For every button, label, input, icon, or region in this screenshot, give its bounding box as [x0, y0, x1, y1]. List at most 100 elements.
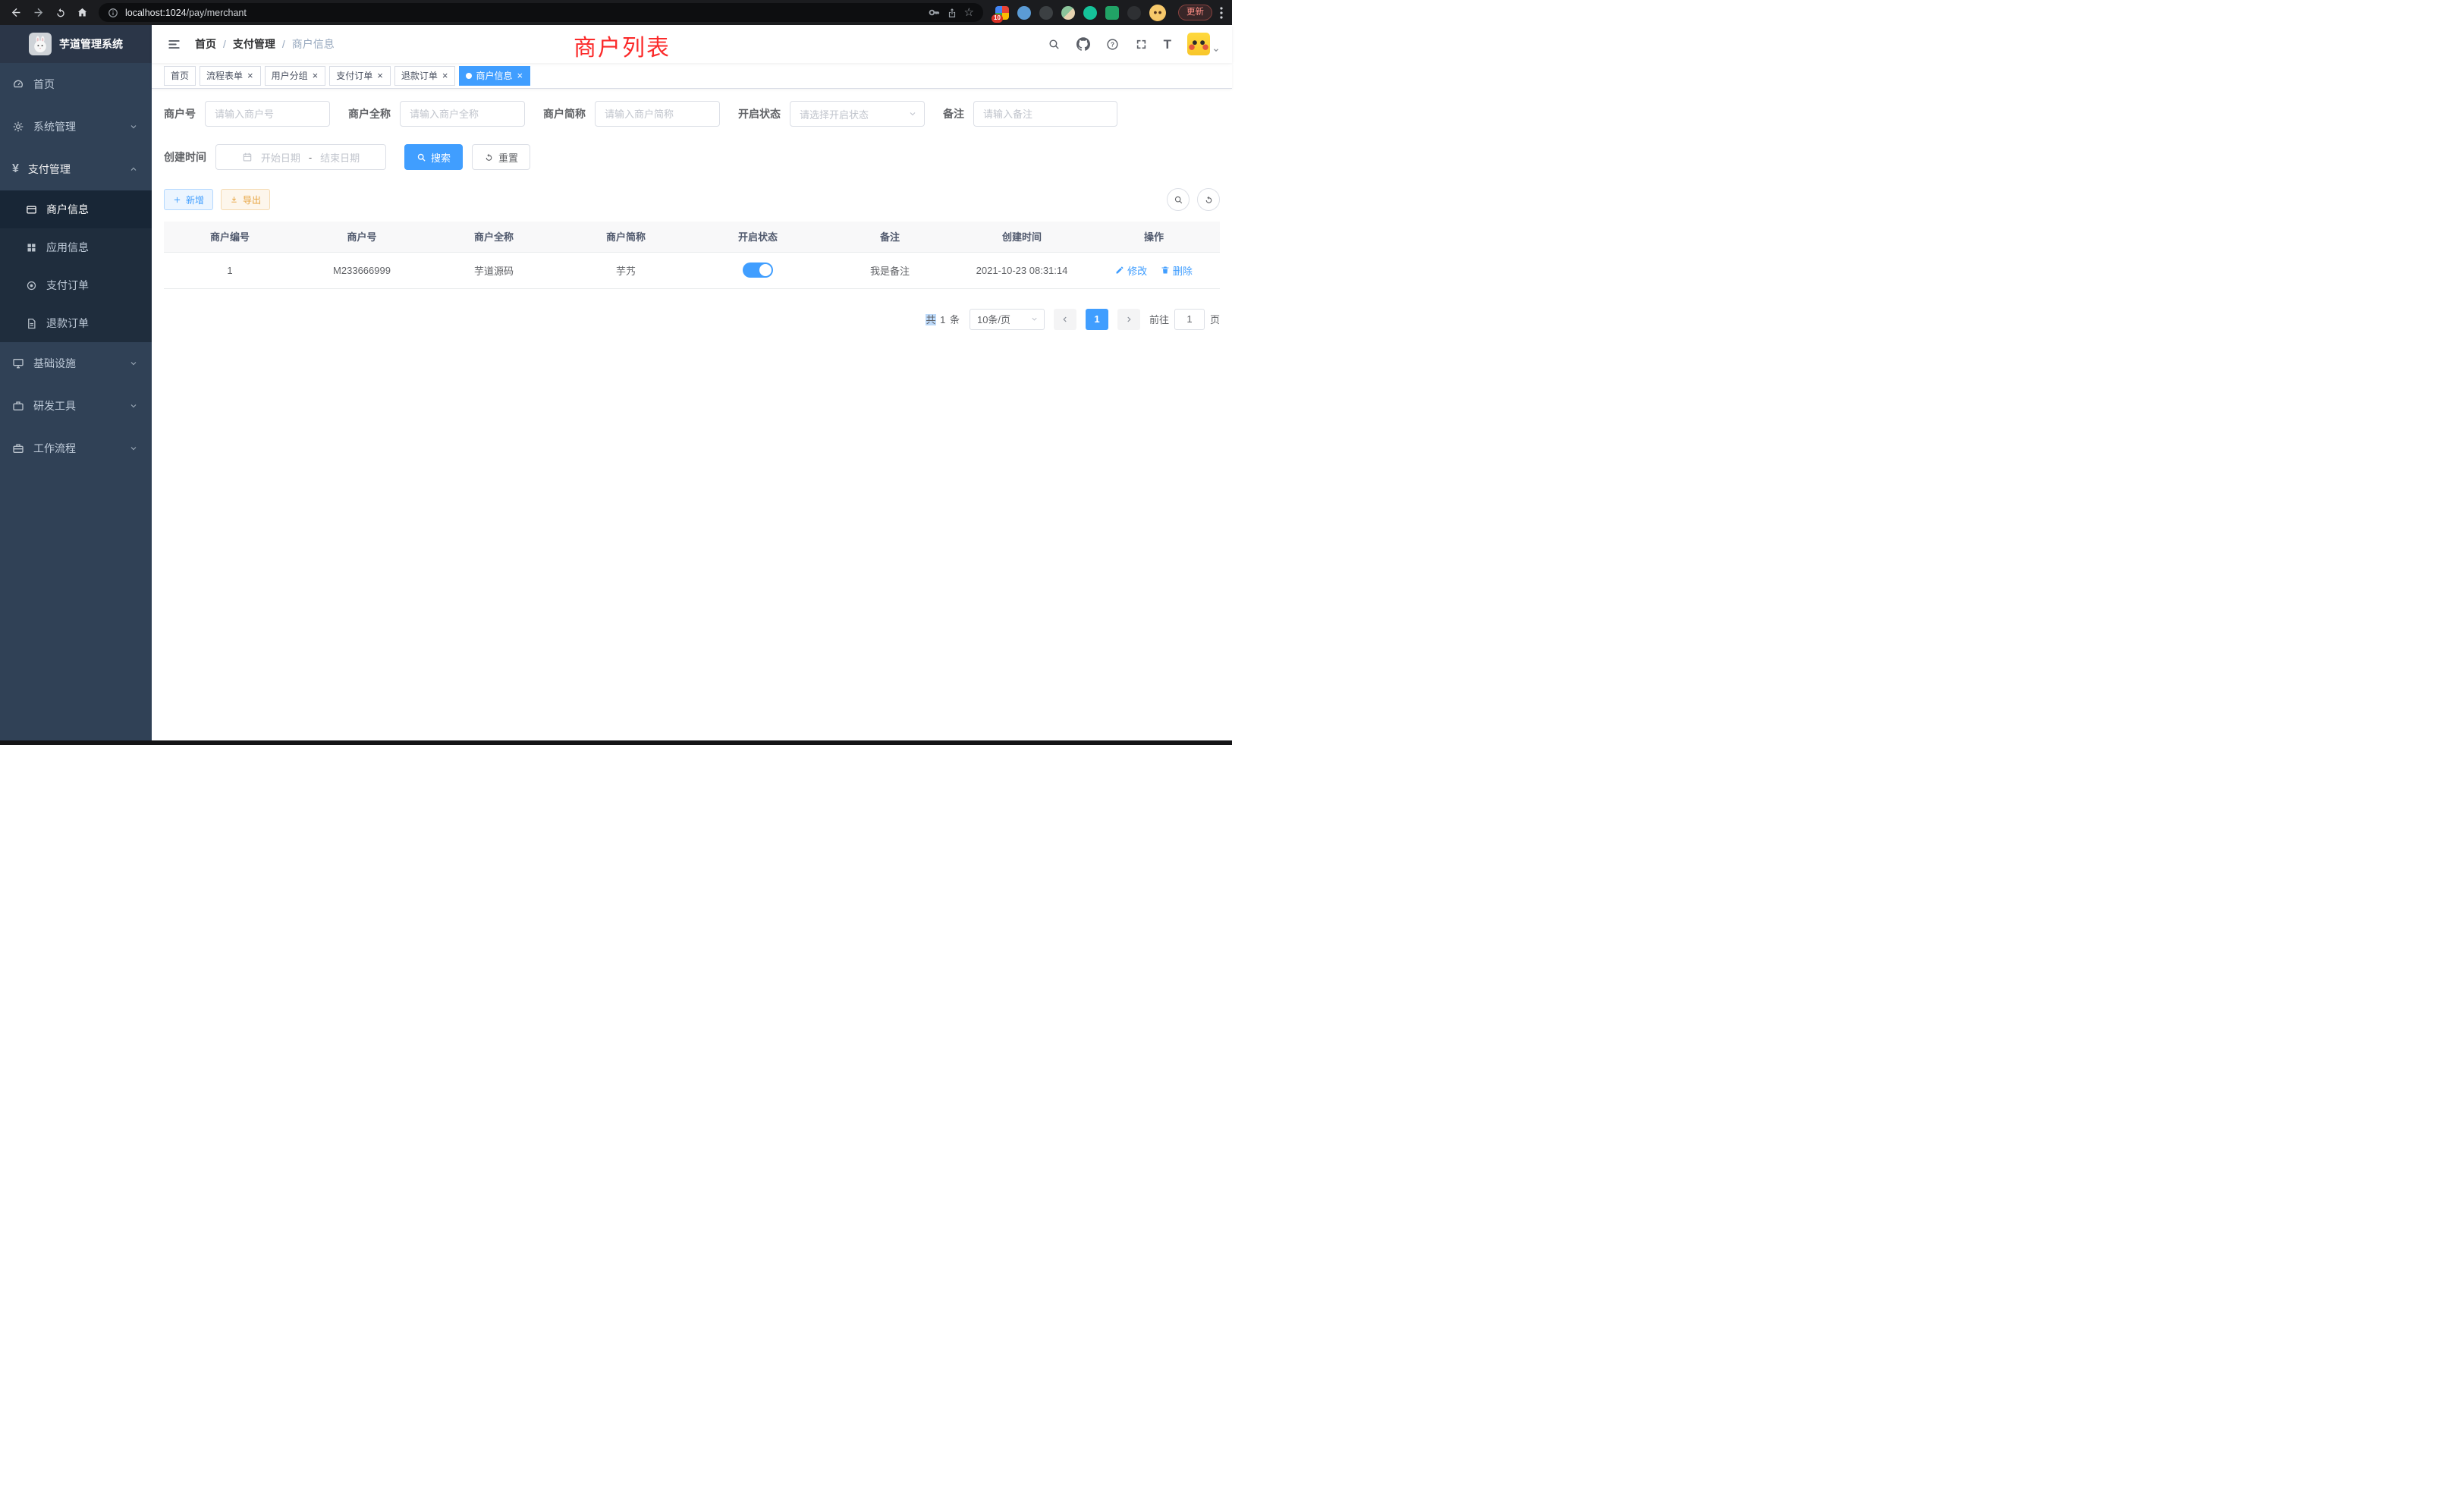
page-info-icon[interactable]	[108, 8, 118, 18]
help-icon[interactable]: ?	[1106, 38, 1119, 51]
date-range-picker[interactable]: 开始日期 - 结束日期	[215, 144, 386, 170]
date-separator: -	[309, 152, 312, 163]
tab-merchant-info[interactable]: 商户信息 ×	[459, 66, 530, 86]
font-size-icon[interactable]: T	[1164, 38, 1171, 51]
share-icon[interactable]	[947, 8, 957, 18]
sidebar-item-label: 首页	[33, 77, 55, 92]
remark-input[interactable]	[973, 101, 1117, 127]
tab-label: 支付订单	[336, 69, 372, 82]
hamburger-icon[interactable]	[164, 34, 184, 55]
extension-icon-colorful[interactable]: 10	[995, 6, 1009, 20]
add-button[interactable]: 新增	[164, 189, 213, 210]
close-icon[interactable]: ×	[376, 71, 384, 80]
address-bar[interactable]: localhost:1024/pay/merchant ☆	[99, 3, 983, 22]
date-end-placeholder: 结束日期	[320, 150, 360, 165]
fullscreen-icon[interactable]	[1135, 38, 1148, 51]
extension-icon-dark[interactable]	[1039, 6, 1053, 20]
breadcrumb-payment[interactable]: 支付管理	[233, 36, 275, 52]
merchant-table: 商户编号 商户号 商户全称 商户简称 开启状态 备注 创建时间 操作 1 M23…	[164, 222, 1220, 289]
github-icon[interactable]	[1076, 37, 1090, 51]
app-logo[interactable]: 芋道管理系统	[0, 25, 152, 63]
back-icon[interactable]	[6, 2, 27, 23]
caret-down-icon	[1212, 46, 1220, 55]
close-icon[interactable]: ×	[442, 71, 449, 80]
col-full-name: 商户全称	[428, 222, 560, 252]
goto-page-input[interactable]	[1174, 309, 1205, 330]
sidebar-item-label: 支付管理	[28, 162, 71, 177]
password-key-icon[interactable]	[929, 7, 940, 18]
app-title: 芋道管理系统	[59, 36, 123, 52]
sidebar-item-merchant-info[interactable]: 商户信息	[0, 190, 152, 228]
extension-icon-avatar[interactable]	[1061, 6, 1075, 20]
breadcrumb-home[interactable]: 首页	[195, 36, 216, 52]
breadcrumb: 首页 / 支付管理 / 商户信息	[195, 36, 335, 52]
tab-process-form[interactable]: 流程表单 ×	[200, 66, 261, 86]
tags-view: 首页 流程表单 × 用户分组 × 支付订单 × 退款订单 × 商户信息 ×	[152, 63, 1232, 89]
status-toggle[interactable]	[743, 262, 773, 278]
delete-button[interactable]: 删除	[1161, 263, 1193, 278]
export-button[interactable]: 导出	[221, 189, 270, 210]
tab-user-group[interactable]: 用户分组 ×	[265, 66, 326, 86]
search-button[interactable]: 搜索	[404, 144, 463, 170]
page-number-button[interactable]: 1	[1086, 309, 1108, 330]
close-icon[interactable]: ×	[247, 71, 254, 80]
sidebar-item-label: 基础设施	[33, 356, 76, 371]
chrome-update-button[interactable]: 更新	[1178, 5, 1212, 21]
short-name-input[interactable]	[595, 101, 720, 127]
status-select[interactable]: 请选择开启状态	[790, 101, 925, 127]
prev-page-icon[interactable]	[1054, 309, 1076, 330]
col-status: 开启状态	[692, 222, 824, 252]
cell-actions: 修改 删除	[1088, 252, 1220, 288]
sidebar-item-workflow[interactable]: 工作流程	[0, 427, 152, 470]
cell-short-name: 芋艿	[560, 252, 692, 288]
filter-remark: 备注	[943, 101, 1117, 127]
gear-icon	[12, 121, 24, 133]
next-page-icon[interactable]	[1117, 309, 1140, 330]
col-create-time: 创建时间	[956, 222, 1088, 252]
window-bottom-edge	[0, 740, 1232, 745]
toggle-search-icon[interactable]	[1167, 188, 1190, 211]
sidebar-item-system[interactable]: 系统管理	[0, 105, 152, 148]
sidebar-item-infrastructure[interactable]: 基础设施	[0, 342, 152, 385]
tab-home[interactable]: 首页	[164, 66, 196, 86]
search-icon[interactable]	[1048, 38, 1061, 51]
sidebar-item-dev-tools[interactable]: 研发工具	[0, 385, 152, 427]
top-navbar: 首页 / 支付管理 / 商户信息 ? T	[152, 25, 1232, 63]
extension-icon-green-check[interactable]	[1083, 6, 1097, 20]
home-icon[interactable]	[72, 2, 93, 23]
download-icon	[230, 196, 238, 204]
dashboard-icon	[12, 78, 24, 90]
close-icon[interactable]: ×	[312, 71, 319, 80]
page-size-select[interactable]: 10条/页	[970, 309, 1045, 330]
sidebar-item-pay-order[interactable]: 支付订单	[0, 266, 152, 304]
forward-icon[interactable]	[28, 2, 49, 23]
reset-button[interactable]: 重置	[472, 144, 530, 170]
tab-pay-order[interactable]: 支付订单 ×	[329, 66, 391, 86]
tab-refund-order[interactable]: 退款订单 ×	[394, 66, 456, 86]
refresh-table-icon[interactable]	[1197, 188, 1220, 211]
extension-icon-pinwheel[interactable]	[1127, 6, 1141, 20]
merchant-no-input[interactable]	[205, 101, 330, 127]
sidebar-item-home[interactable]: 首页	[0, 63, 152, 105]
extension-icon-green-square[interactable]	[1105, 6, 1119, 20]
col-remark: 备注	[824, 222, 956, 252]
full-name-input[interactable]	[400, 101, 525, 127]
reload-icon[interactable]	[50, 2, 71, 23]
edit-button[interactable]: 修改	[1115, 263, 1147, 278]
sidebar-item-refund-order[interactable]: 退款订单	[0, 304, 152, 342]
bookmark-star-icon[interactable]: ☆	[964, 7, 974, 18]
sidebar-item-payment[interactable]: ¥ 支付管理	[0, 148, 152, 190]
extension-icon-blue[interactable]	[1017, 6, 1031, 20]
close-icon[interactable]: ×	[516, 71, 523, 80]
remark-label: 备注	[943, 106, 964, 121]
pagination-goto: 前往 页	[1149, 309, 1220, 330]
user-menu[interactable]	[1187, 33, 1220, 55]
sidebar-item-label: 退款订单	[46, 316, 89, 331]
browser-profile-avatar[interactable]	[1149, 5, 1166, 21]
chevron-down-icon	[129, 401, 138, 410]
browser-menu-icon[interactable]	[1214, 7, 1226, 19]
sidebar-item-app-info[interactable]: 应用信息	[0, 228, 152, 266]
pencil-icon	[1115, 266, 1124, 275]
tab-label: 商户信息	[476, 69, 512, 82]
goto-suffix: 页	[1210, 312, 1220, 326]
